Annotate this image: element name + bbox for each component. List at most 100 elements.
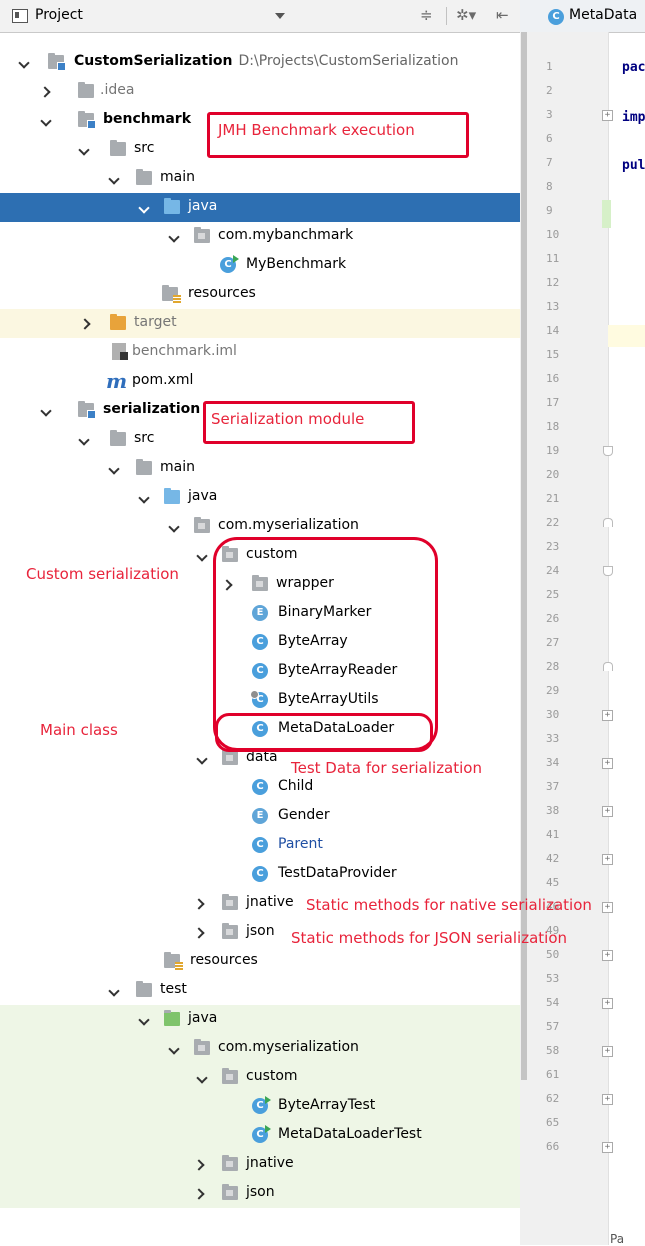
tree-item-package[interactable]: com.mybanchmark bbox=[0, 222, 520, 251]
fold-expand-icon[interactable]: + bbox=[602, 854, 613, 865]
fold-expand-icon[interactable]: + bbox=[602, 1046, 613, 1057]
package-icon bbox=[222, 1184, 238, 1200]
tree-item-class[interactable]: C Child bbox=[0, 773, 520, 802]
tree-item-target[interactable]: target bbox=[0, 309, 520, 338]
chevron-right-icon[interactable] bbox=[194, 926, 206, 938]
fold-collapse-icon[interactable] bbox=[603, 566, 613, 576]
class-icon: C bbox=[252, 779, 268, 795]
tree-item-label: MetaDataLoaderTest bbox=[278, 1126, 422, 1142]
fold-expand-icon[interactable]: + bbox=[602, 110, 613, 121]
chevron-right-icon[interactable] bbox=[194, 1158, 206, 1170]
line-number: 22 bbox=[546, 516, 560, 529]
chevron-down-icon[interactable] bbox=[196, 1071, 208, 1083]
chevron-down-icon[interactable] bbox=[168, 1042, 180, 1054]
chevron-down-icon[interactable] bbox=[168, 520, 180, 532]
fold-expand-icon[interactable]: + bbox=[602, 950, 613, 961]
tree-item-label: main bbox=[160, 459, 195, 475]
tree-item-class[interactable]: C Parent bbox=[0, 831, 520, 860]
tree-item-label: json bbox=[246, 1184, 275, 1200]
tree-item-resources[interactable]: resources bbox=[0, 947, 520, 976]
fold-expand-icon[interactable]: + bbox=[602, 1094, 613, 1105]
tree-item-pom[interactable]: m pom.xml bbox=[0, 367, 520, 396]
tree-item-class[interactable]: C MyBenchmark bbox=[0, 251, 520, 280]
chevron-down-icon[interactable] bbox=[138, 201, 150, 213]
tree-item-iml[interactable]: benchmark.iml bbox=[0, 338, 520, 367]
fold-expand-icon[interactable]: + bbox=[602, 758, 613, 769]
tree-item-resources[interactable]: resources bbox=[0, 280, 520, 309]
fold-end-icon[interactable] bbox=[603, 662, 613, 671]
collapse-all-icon[interactable]: ≑ bbox=[420, 6, 433, 24]
line-number: 45 bbox=[546, 876, 560, 889]
enum-icon: E bbox=[252, 808, 268, 824]
chevron-right-icon[interactable] bbox=[194, 1187, 206, 1199]
chevron-down-icon[interactable] bbox=[196, 549, 208, 561]
code-line[interactable]: pul bbox=[622, 158, 645, 173]
chevron-down-icon[interactable] bbox=[78, 433, 90, 445]
fold-collapse-icon[interactable] bbox=[603, 446, 613, 456]
tree-item-label: resources bbox=[188, 285, 256, 301]
source-folder-icon bbox=[164, 488, 180, 504]
chevron-down-icon[interactable] bbox=[108, 984, 120, 996]
fold-end-icon[interactable] bbox=[603, 518, 613, 527]
current-line-highlight bbox=[608, 325, 645, 347]
chevron-down-icon[interactable] bbox=[138, 1013, 150, 1025]
code-line[interactable]: pac bbox=[622, 60, 645, 75]
line-number: 1 bbox=[546, 60, 553, 73]
chevron-down-icon[interactable] bbox=[78, 143, 90, 155]
hide-panel-icon[interactable]: ⇤ bbox=[496, 6, 509, 24]
tree-item-main[interactable]: main bbox=[0, 164, 520, 193]
tree-item-jnative[interactable]: jnative bbox=[0, 1150, 520, 1179]
settings-gear-icon[interactable]: ✲▾ bbox=[456, 6, 476, 24]
fold-expand-icon[interactable]: + bbox=[602, 902, 613, 913]
tree-item-label: src bbox=[134, 430, 155, 446]
chevron-down-icon[interactable] bbox=[108, 462, 120, 474]
code-line[interactable]: imp bbox=[622, 110, 645, 125]
fold-expand-icon[interactable]: + bbox=[602, 710, 613, 721]
tree-item-java[interactable]: java bbox=[0, 483, 520, 512]
chevron-down-icon[interactable] bbox=[138, 491, 150, 503]
annotation-json: Static methods for JSON serialization bbox=[291, 929, 568, 947]
tree-item-label: Parent bbox=[278, 836, 323, 852]
chevron-right-icon[interactable] bbox=[80, 317, 92, 329]
tree-item-json[interactable]: json bbox=[0, 1179, 520, 1208]
tree-item-test[interactable]: test bbox=[0, 976, 520, 1005]
chevron-down-icon[interactable] bbox=[40, 114, 52, 126]
test-class-icon: C bbox=[252, 1096, 271, 1114]
fold-expand-icon[interactable]: + bbox=[602, 806, 613, 817]
tree-item-java[interactable]: java bbox=[0, 1005, 520, 1034]
tree-item-label: target bbox=[134, 314, 177, 330]
tree-item-test-class[interactable]: C ByteArrayTest bbox=[0, 1092, 520, 1121]
tree-item-test-class[interactable]: C MetaDataLoaderTest bbox=[0, 1121, 520, 1150]
chevron-down-icon[interactable] bbox=[168, 230, 180, 242]
tree-item-java[interactable]: java bbox=[0, 193, 520, 222]
tree-item-label: pom.xml bbox=[132, 372, 194, 388]
class-icon: C bbox=[252, 837, 268, 853]
tree-item-class[interactable]: C TestDataProvider bbox=[0, 860, 520, 889]
fold-expand-icon[interactable]: + bbox=[602, 998, 613, 1009]
tree-item-custom[interactable]: custom bbox=[0, 1063, 520, 1092]
chevron-right-icon[interactable] bbox=[194, 897, 206, 909]
tree-item-idea[interactable]: .idea bbox=[0, 77, 520, 106]
chevron-down-icon[interactable] bbox=[40, 404, 52, 416]
tree-item-main[interactable]: main bbox=[0, 454, 520, 483]
project-view-label[interactable]: Project bbox=[35, 7, 83, 23]
tree-item-label: Child bbox=[278, 778, 314, 794]
tree-item-enum[interactable]: E Gender bbox=[0, 802, 520, 831]
chevron-down-icon[interactable] bbox=[18, 56, 30, 68]
tree-item-label: jnative bbox=[246, 894, 294, 910]
chevron-right-icon[interactable] bbox=[40, 85, 52, 97]
package-icon bbox=[222, 894, 238, 910]
package-icon bbox=[194, 227, 210, 243]
view-dropdown-icon[interactable] bbox=[275, 13, 285, 19]
bottom-tab-label[interactable]: Pa bbox=[610, 1232, 624, 1246]
annotation-custom: Custom serialization bbox=[26, 565, 179, 583]
tree-item-package[interactable]: com.myserialization bbox=[0, 1034, 520, 1063]
line-number: 2 bbox=[546, 84, 553, 97]
chevron-down-icon[interactable] bbox=[108, 172, 120, 184]
line-number: 6 bbox=[546, 132, 553, 145]
editor-tab[interactable]: C MetaData bbox=[520, 0, 645, 33]
scrollbar-thumb[interactable] bbox=[521, 32, 527, 1080]
tree-item-customserialization[interactable]: CustomSerialization D:\Projects\CustomSer… bbox=[0, 48, 520, 77]
fold-expand-icon[interactable]: + bbox=[602, 1142, 613, 1153]
chevron-down-icon[interactable] bbox=[196, 752, 208, 764]
